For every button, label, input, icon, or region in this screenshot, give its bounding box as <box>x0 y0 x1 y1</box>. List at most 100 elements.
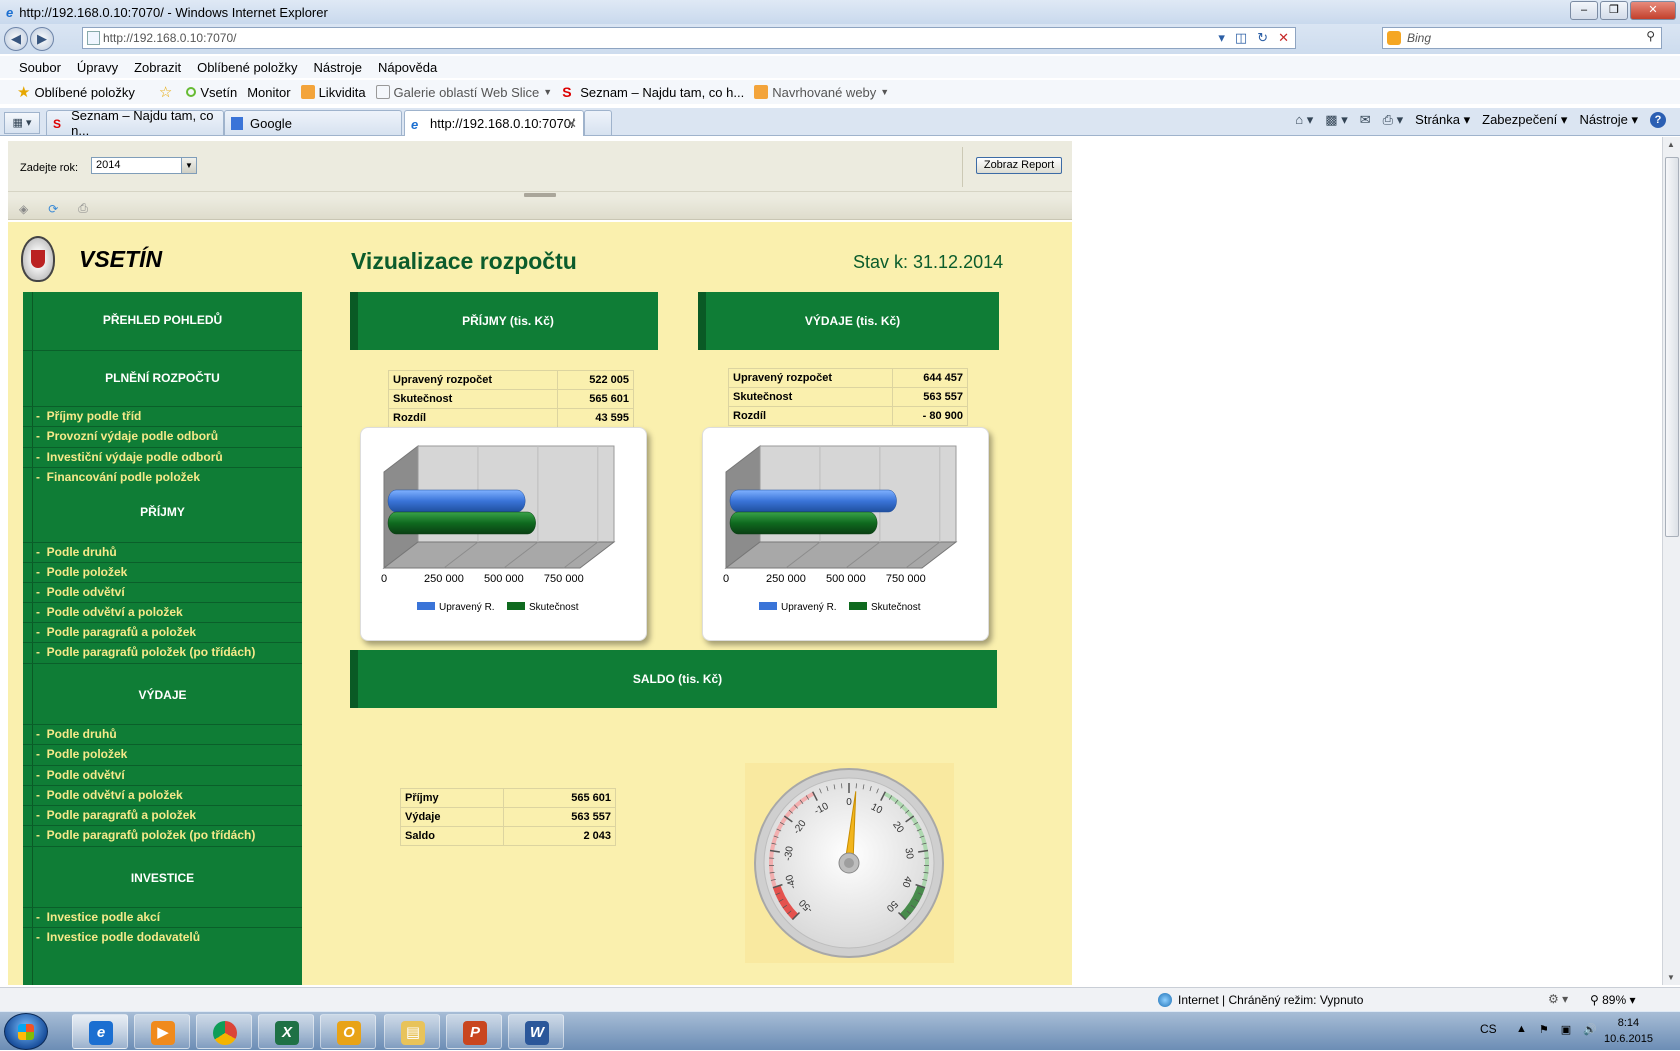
tab-google[interactable]: Google <box>224 110 402 135</box>
sidebar-link[interactable]: - Podle odvětví <box>23 765 302 785</box>
taskbar-outlook[interactable]: O <box>320 1014 376 1049</box>
scroll-down-icon[interactable]: ▼ <box>1667 973 1675 982</box>
protected-mode-icon[interactable]: ⚙ ▾ <box>1548 992 1568 1006</box>
menu-edit[interactable]: Úpravy <box>77 60 118 75</box>
new-tab-button[interactable] <box>584 110 612 135</box>
action-center-flag-icon[interactable]: ⚑ <box>1539 1023 1549 1036</box>
sidebar-heading-investice[interactable]: INVESTICE <box>23 871 302 885</box>
page-menu[interactable]: Stránka ▾ <box>1415 112 1470 128</box>
view-report-button[interactable]: Zobraz Report <box>976 157 1062 174</box>
sidebar-heading-vydaje[interactable]: VÝDAJE <box>23 688 302 702</box>
quick-tabs-button[interactable]: ▦ ▾ <box>4 112 40 134</box>
sidebar-link[interactable]: - Investiční výdaje podle odborů <box>23 447 302 467</box>
menu-view[interactable]: Zobrazit <box>134 60 181 75</box>
security-zone[interactable]: Internet | Chráněný režim: Vypnuto <box>1158 993 1363 1007</box>
close-tab-icon[interactable]: ✕ <box>566 116 577 132</box>
sidebar-heading-prijmy[interactable]: PŘÍJMY <box>23 505 302 519</box>
clock[interactable]: 8:14 10.6.2015 <box>1604 1015 1653 1047</box>
back-to-parent-icon[interactable]: ◈ <box>19 202 28 216</box>
sidebar-link[interactable]: - Podle druhů <box>23 724 302 744</box>
taskbar-excel[interactable]: X <box>258 1014 314 1049</box>
start-button[interactable] <box>4 1013 48 1050</box>
volume-icon[interactable]: 🔊 <box>1583 1023 1597 1036</box>
refresh-icon[interactable]: ↻ <box>1257 30 1268 46</box>
fav-item-monitor[interactable]: Monitor <box>247 85 290 100</box>
address-bar[interactable]: http://192.168.0.10:7070/ ▾ ◫ ↻ ✕ <box>82 27 1296 49</box>
forward-button[interactable]: ▶ <box>30 27 54 51</box>
language-indicator[interactable]: CS <box>1480 1022 1497 1036</box>
fav-item-web-slice[interactable]: Galerie oblastí Web Slice▼ <box>376 85 553 100</box>
fav-item-vsetin[interactable]: Vsetín <box>186 85 237 100</box>
dropdown-arrow-icon[interactable]: ▾ <box>1218 30 1225 46</box>
sidebar-link[interactable]: - Příjmy podle tříd <box>23 406 302 426</box>
taskbar-explorer[interactable]: ▤ <box>384 1014 440 1049</box>
chevron-down-icon[interactable]: ▼ <box>181 158 196 173</box>
home-icon[interactable]: ⌂ ▾ <box>1295 112 1313 128</box>
fav-item-likvidita[interactable]: Likvidita <box>301 85 366 100</box>
favorites-bar: ★ Oblíbené položky ☆ Vsetín Monitor Likv… <box>0 80 1680 104</box>
year-select[interactable]: 2014 ▼ <box>91 157 197 174</box>
security-menu[interactable]: Zabezpečení ▾ <box>1482 112 1567 128</box>
page-icon <box>87 31 100 45</box>
sidebar-link[interactable]: - Podle položek <box>23 562 302 582</box>
search-icon[interactable]: ⚲ <box>1646 29 1655 43</box>
tools-menu[interactable]: Nástroje ▾ <box>1579 112 1638 128</box>
sidebar-link[interactable]: - Podle paragrafů položek (po třídách) <box>23 642 302 662</box>
taskbar-chrome[interactable] <box>196 1014 252 1049</box>
print-icon[interactable]: ⎙ ▾ <box>1383 112 1404 128</box>
scroll-thumb[interactable] <box>1665 157 1679 537</box>
prijmy-table: Upravený rozpočet522 005 Skutečnost565 6… <box>388 370 634 428</box>
tab-report[interactable]: e http://192.168.0.10:7070/ ✕ <box>404 110 584 136</box>
favorites-button[interactable]: ★ Oblíbené položky <box>17 83 135 101</box>
tab-seznam[interactable]: S Seznam – Najdu tam, co n... <box>46 110 224 135</box>
table-row: Skutečnost563 557 <box>729 388 968 407</box>
taskbar-media-player[interactable]: ▶ <box>134 1014 190 1049</box>
sidebar-link[interactable]: - Podle paragrafů položek (po třídách) <box>23 825 302 845</box>
feeds-icon[interactable]: ▩ ▾ <box>1325 112 1347 128</box>
sidebar-link[interactable]: - Podle paragrafů a položek <box>23 622 302 642</box>
taskbar-ie[interactable]: e <box>72 1014 128 1049</box>
help-icon[interactable]: ? <box>1650 112 1666 128</box>
sidebar-link[interactable]: - Investice podle dodavatelů <box>23 927 302 947</box>
sidebar-link[interactable]: - Podle paragrafů a položek <box>23 805 302 825</box>
vertical-scrollbar[interactable]: ▲ ▼ <box>1662 137 1680 985</box>
sidebar-link[interactable]: - Podle druhů <box>23 542 302 562</box>
tick-label: 250 000 <box>424 573 464 585</box>
bar-upraveny <box>388 490 525 512</box>
refresh-report-icon[interactable]: ⟳ <box>48 202 58 216</box>
taskbar-word[interactable]: W <box>508 1014 564 1049</box>
back-button[interactable]: ◀ <box>4 27 28 51</box>
gauge-label: -30 <box>783 845 796 861</box>
menu-favorites[interactable]: Oblíbené položky <box>197 60 297 75</box>
sidebar-link[interactable]: - Podle položek <box>23 744 302 764</box>
sidebar-link[interactable]: - Investice podle akcí <box>23 907 302 927</box>
mail-icon[interactable]: ✉ <box>1360 112 1371 128</box>
network-icon[interactable]: ▣ <box>1561 1023 1571 1036</box>
sidebar-link[interactable]: - Provozní výdaje podle odborů <box>23 426 302 446</box>
scroll-up-icon[interactable]: ▲ <box>1667 140 1675 149</box>
sidebar-link[interactable]: - Podle odvětví a položek <box>23 785 302 805</box>
print-report-icon[interactable]: ⎙ <box>78 201 88 216</box>
add-favorite-button[interactable]: ☆ <box>159 83 176 101</box>
zoom-level[interactable]: ⚲ 89% ▾ <box>1590 993 1636 1007</box>
compatibility-view-icon[interactable]: ◫ <box>1235 30 1247 46</box>
menu-tools[interactable]: Nástroje <box>314 60 362 75</box>
fav-item-suggested[interactable]: Navrhované weby▼ <box>754 85 889 100</box>
sidebar-heading-prehled[interactable]: PŘEHLED POHLEDŮ <box>23 313 302 327</box>
tick-label: 250 000 <box>766 573 806 585</box>
menu-file[interactable]: Soubor <box>19 60 61 75</box>
minimize-button[interactable]: – <box>1570 1 1598 20</box>
maximize-button[interactable]: ❐ <box>1600 1 1628 20</box>
sidebar-link[interactable]: - Podle odvětví a položek <box>23 602 302 622</box>
fav-item-seznam[interactable]: S Seznam – Najdu tam, co h... <box>562 85 744 100</box>
sidebar-heading-plneni[interactable]: PLNĚNÍ ROZPOČTU <box>23 371 302 385</box>
report-date: Stav k: 31.12.2014 <box>853 252 1003 273</box>
taskbar-powerpoint[interactable]: P <box>446 1014 502 1049</box>
show-hidden-icons-icon[interactable]: ▲ <box>1516 1023 1527 1036</box>
search-input[interactable]: Bing ⚲ <box>1382 27 1662 49</box>
sidebar-link[interactable]: - Financování podle položek <box>23 467 302 487</box>
stop-icon[interactable]: ✕ <box>1278 30 1289 46</box>
sidebar-link[interactable]: - Podle odvětví <box>23 582 302 602</box>
close-button[interactable]: ✕ <box>1630 1 1676 20</box>
menu-help[interactable]: Nápověda <box>378 60 437 75</box>
